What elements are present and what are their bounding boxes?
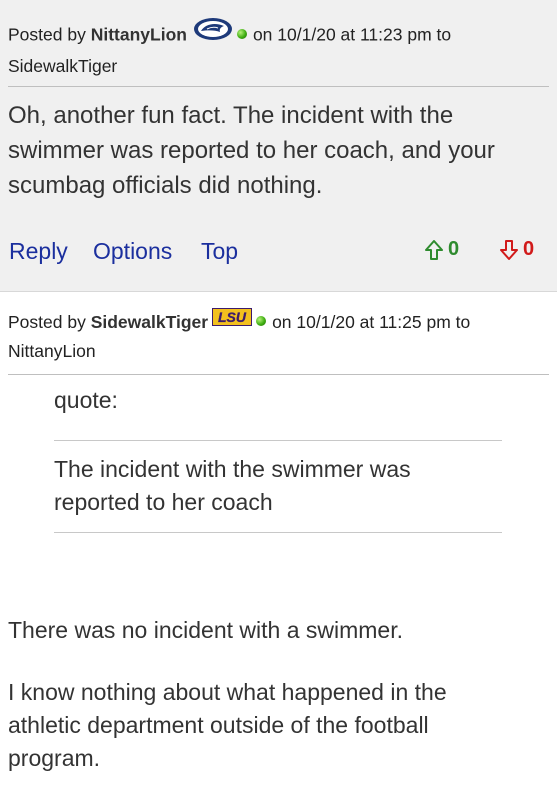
- top-link[interactable]: Top: [201, 238, 238, 265]
- lsu-logo-icon: LSU: [212, 306, 253, 334]
- posted-by-label: Posted by: [8, 24, 86, 45]
- to-label: to: [436, 24, 452, 45]
- quote-label: quote:: [54, 387, 118, 413]
- arrow-down-icon: [500, 239, 518, 260]
- post-nittanylion: Posted by NittanyLion on 10/1/20 at 11:2…: [0, 0, 557, 292]
- post-author[interactable]: SidewalkTiger: [91, 312, 208, 332]
- post-timestamp: 10/1/20 at 11:23 pm: [277, 24, 432, 45]
- options-link[interactable]: Options: [93, 238, 172, 265]
- penn-state-logo-icon: [193, 17, 233, 49]
- post-timestamp: 10/1/20 at 11:25 pm: [296, 312, 451, 332]
- post-sidewalktiger: Posted by SidewalkTiger LSU on 10/1/20 a…: [0, 292, 557, 800]
- reply-link[interactable]: Reply: [9, 238, 68, 265]
- on-label: on: [272, 312, 292, 332]
- arrow-up-icon: [425, 239, 443, 260]
- online-status-icon: [256, 316, 267, 327]
- post-author[interactable]: NittanyLion: [91, 25, 187, 45]
- downvote-button[interactable]: 0: [499, 238, 534, 261]
- upvote-count: 0: [448, 238, 460, 260]
- meta-divider: [8, 86, 549, 87]
- quote-divider-top: [54, 440, 502, 441]
- post-recipient[interactable]: NittanyLion: [8, 341, 96, 361]
- post-paragraph: There was no incident with a swimmer.: [8, 617, 403, 643]
- quote-text: The incident with the swimmer was report…: [54, 456, 411, 515]
- downvote-count: 0: [523, 238, 535, 260]
- post-actions: Reply Options Top 0 0: [8, 238, 549, 272]
- post-paragraph: I know nothing about what happened in th…: [8, 679, 447, 771]
- post-meta: Posted by SidewalkTiger LSU on 10/1/20 a…: [8, 308, 549, 365]
- to-label: to: [455, 312, 471, 332]
- online-status-icon: [236, 29, 247, 39]
- upvote-button[interactable]: 0: [424, 238, 459, 261]
- svg-text:LSU: LSU: [218, 309, 247, 325]
- post-body: Oh, another fun fact. The incident with …: [8, 102, 495, 199]
- quote-divider-bottom: [54, 532, 502, 533]
- on-label: on: [252, 24, 273, 45]
- posted-by-label: Posted by: [8, 312, 86, 332]
- post-meta: Posted by NittanyLion on 10/1/20 at 11:2…: [8, 17, 549, 80]
- meta-divider: [8, 374, 549, 375]
- post-recipient[interactable]: SidewalkTiger: [8, 56, 117, 76]
